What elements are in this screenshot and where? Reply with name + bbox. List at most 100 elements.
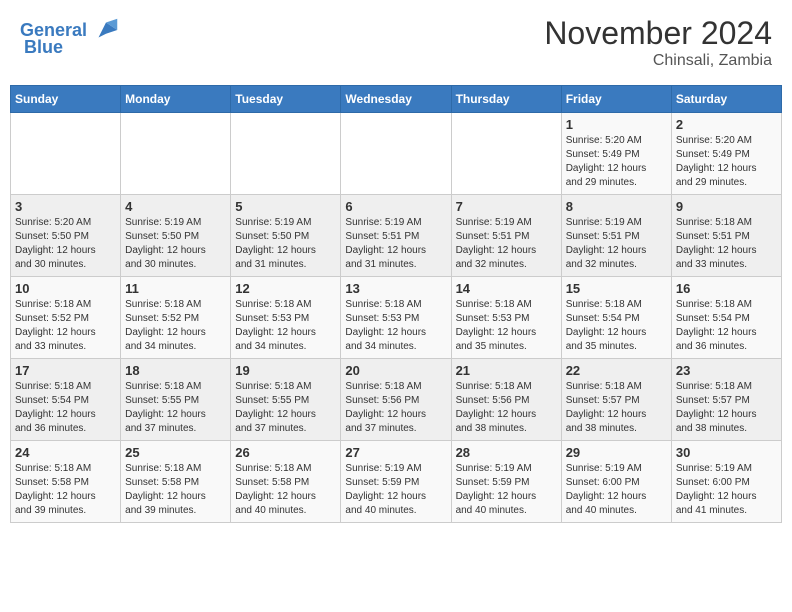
day-number: 6 xyxy=(345,199,446,214)
calendar-cell: 24Sunrise: 5:18 AM Sunset: 5:58 PM Dayli… xyxy=(11,441,121,523)
day-info: Sunrise: 5:18 AM Sunset: 5:54 PM Dayligh… xyxy=(676,298,777,354)
page-header: General Blue November 2024 Chinsali, Zam… xyxy=(10,10,782,75)
day-number: 20 xyxy=(345,363,446,378)
calendar-cell xyxy=(231,113,341,195)
calendar-cell: 29 Sunrise: 5:19 AM Sunset: 6:00 PM Dayli… xyxy=(561,441,671,523)
day-number: 14 xyxy=(456,281,557,296)
logo: General Blue xyxy=(20,15,121,58)
calendar-cell xyxy=(11,113,121,195)
day-info: Sunrise: 5:18 AM Sunset: 5:57 PM Dayligh… xyxy=(676,380,777,436)
day-number: 30 xyxy=(676,445,777,460)
day-number: 25 xyxy=(125,445,226,460)
calendar-cell: 30 Sunrise: 5:19 AM Sunset: 6:00 PM Dayli… xyxy=(671,441,781,523)
calendar-cell: 10 Sunrise: 5:18 AM Sunset: 5:52 PM Dayli… xyxy=(11,277,121,359)
calendar-week-row: 17 Sunrise: 5:18 AM Sunset: 5:54 PM Dayli… xyxy=(11,359,782,441)
day-number: 9 xyxy=(676,199,777,214)
day-info: Sunrise: 5:18 AM Sunset: 5:55 PM Dayligh… xyxy=(235,380,336,436)
calendar-cell: 13 Sunrise: 5:18 AM Sunset: 5:53 PM Dayli… xyxy=(341,277,451,359)
calendar-week-row: 10 Sunrise: 5:18 AM Sunset: 5:52 PM Dayli… xyxy=(11,277,782,359)
day-number: 8 xyxy=(566,199,667,214)
day-number: 12 xyxy=(235,281,336,296)
day-info: Sunrise: 5:19 AM Sunset: 5:50 PM Dayligh… xyxy=(125,216,226,272)
calendar-cell: 8 Sunrise: 5:19 AM Sunset: 5:51 PM Daylig… xyxy=(561,195,671,277)
calendar-table: SundayMondayTuesdayWednesdayThursdayFrid… xyxy=(10,85,782,523)
day-info: Sunrise: 5:19 AM Sunset: 5:51 PM Dayligh… xyxy=(566,216,667,272)
day-info: Sunrise: 5:19 AM Sunset: 5:51 PM Dayligh… xyxy=(456,216,557,272)
day-info: Sunrise: 5:18 AM Sunset: 5:53 PM Dayligh… xyxy=(456,298,557,354)
calendar-cell: 11 Sunrise: 5:18 AM Sunset: 5:52 PM Dayli… xyxy=(121,277,231,359)
day-number: 4 xyxy=(125,199,226,214)
day-number: 5 xyxy=(235,199,336,214)
day-number: 13 xyxy=(345,281,446,296)
day-info: Sunrise: 5:20 AM Sunset: 5:49 PM Dayligh… xyxy=(566,134,667,190)
calendar-cell: 22Sunrise: 5:18 AM Sunset: 5:57 PM Dayli… xyxy=(561,359,671,441)
day-info: Sunrise: 5:18 AM Sunset: 5:56 PM Dayligh… xyxy=(456,380,557,436)
day-number: 28 xyxy=(456,445,557,460)
calendar-cell: 5 Sunrise: 5:19 AM Sunset: 5:50 PM Daylig… xyxy=(231,195,341,277)
calendar-cell: 14 Sunrise: 5:18 AM Sunset: 5:53 PM Dayli… xyxy=(451,277,561,359)
day-number: 17 xyxy=(15,363,116,378)
calendar-cell: 23Sunrise: 5:18 AM Sunset: 5:57 PM Dayli… xyxy=(671,359,781,441)
calendar-cell: 2 Sunrise: 5:20 AM Sunset: 5:49 PM Daylig… xyxy=(671,113,781,195)
calendar-cell: 27Sunrise: 5:19 AM Sunset: 5:59 PM Dayli… xyxy=(341,441,451,523)
calendar-cell: 20 Sunrise: 5:18 AM Sunset: 5:56 PM Dayli… xyxy=(341,359,451,441)
calendar-cell: 9 Sunrise: 5:18 AM Sunset: 5:51 PM Daylig… xyxy=(671,195,781,277)
day-info: Sunrise: 5:19 AM Sunset: 6:00 PM Dayligh… xyxy=(676,462,777,518)
calendar-week-row: 3 Sunrise: 5:20 AM Sunset: 5:50 PM Daylig… xyxy=(11,195,782,277)
day-info: Sunrise: 5:18 AM Sunset: 5:58 PM Dayligh… xyxy=(235,462,336,518)
day-info: Sunrise: 5:18 AM Sunset: 5:54 PM Dayligh… xyxy=(566,298,667,354)
calendar-cell: 15 Sunrise: 5:18 AM Sunset: 5:54 PM Dayli… xyxy=(561,277,671,359)
calendar-cell xyxy=(341,113,451,195)
day-number: 16 xyxy=(676,281,777,296)
weekday-header: Tuesday xyxy=(231,86,341,113)
calendar-cell: 28 Sunrise: 5:19 AM Sunset: 5:59 PM Dayli… xyxy=(451,441,561,523)
day-info: Sunrise: 5:18 AM Sunset: 5:58 PM Dayligh… xyxy=(15,462,116,518)
calendar-cell: 17 Sunrise: 5:18 AM Sunset: 5:54 PM Dayli… xyxy=(11,359,121,441)
calendar-cell: 1Sunrise: 5:20 AM Sunset: 5:49 PM Daylig… xyxy=(561,113,671,195)
day-info: Sunrise: 5:18 AM Sunset: 5:53 PM Dayligh… xyxy=(345,298,446,354)
weekday-header: Monday xyxy=(121,86,231,113)
day-info: Sunrise: 5:18 AM Sunset: 5:56 PM Dayligh… xyxy=(345,380,446,436)
day-info: Sunrise: 5:18 AM Sunset: 5:53 PM Dayligh… xyxy=(235,298,336,354)
logo-bird-icon xyxy=(91,15,121,45)
day-info: Sunrise: 5:19 AM Sunset: 5:59 PM Dayligh… xyxy=(456,462,557,518)
day-number: 10 xyxy=(15,281,116,296)
day-info: Sunrise: 5:19 AM Sunset: 6:00 PM Dayligh… xyxy=(566,462,667,518)
day-number: 15 xyxy=(566,281,667,296)
day-number: 22 xyxy=(566,363,667,378)
calendar-week-row: 1Sunrise: 5:20 AM Sunset: 5:49 PM Daylig… xyxy=(11,113,782,195)
day-number: 11 xyxy=(125,281,226,296)
calendar-cell xyxy=(121,113,231,195)
calendar-cell: 19 Sunrise: 5:18 AM Sunset: 5:55 PM Dayli… xyxy=(231,359,341,441)
day-info: Sunrise: 5:18 AM Sunset: 5:58 PM Dayligh… xyxy=(125,462,226,518)
calendar-cell: 16 Sunrise: 5:18 AM Sunset: 5:54 PM Dayli… xyxy=(671,277,781,359)
day-number: 18 xyxy=(125,363,226,378)
day-info: Sunrise: 5:18 AM Sunset: 5:51 PM Dayligh… xyxy=(676,216,777,272)
calendar-cell: 25 Sunrise: 5:18 AM Sunset: 5:58 PM Dayli… xyxy=(121,441,231,523)
day-info: Sunrise: 5:19 AM Sunset: 5:51 PM Dayligh… xyxy=(345,216,446,272)
calendar-cell: 6 Sunrise: 5:19 AM Sunset: 5:51 PM Daylig… xyxy=(341,195,451,277)
calendar-week-row: 24Sunrise: 5:18 AM Sunset: 5:58 PM Dayli… xyxy=(11,441,782,523)
weekday-header: Saturday xyxy=(671,86,781,113)
day-number: 26 xyxy=(235,445,336,460)
day-info: Sunrise: 5:18 AM Sunset: 5:54 PM Dayligh… xyxy=(15,380,116,436)
day-info: Sunrise: 5:19 AM Sunset: 5:50 PM Dayligh… xyxy=(235,216,336,272)
day-info: Sunrise: 5:18 AM Sunset: 5:52 PM Dayligh… xyxy=(15,298,116,354)
weekday-header: Wednesday xyxy=(341,86,451,113)
calendar-cell: 21 Sunrise: 5:18 AM Sunset: 5:56 PM Dayli… xyxy=(451,359,561,441)
calendar-cell: 26 Sunrise: 5:18 AM Sunset: 5:58 PM Dayli… xyxy=(231,441,341,523)
weekday-header: Thursday xyxy=(451,86,561,113)
title-block: November 2024 Chinsali, Zambia xyxy=(544,15,772,70)
day-info: Sunrise: 5:20 AM Sunset: 5:49 PM Dayligh… xyxy=(676,134,777,190)
day-number: 3 xyxy=(15,199,116,214)
calendar-cell: 7Sunrise: 5:19 AM Sunset: 5:51 PM Daylig… xyxy=(451,195,561,277)
day-number: 29 xyxy=(566,445,667,460)
weekday-header: Friday xyxy=(561,86,671,113)
day-info: Sunrise: 5:18 AM Sunset: 5:52 PM Dayligh… xyxy=(125,298,226,354)
calendar-cell: 3 Sunrise: 5:20 AM Sunset: 5:50 PM Daylig… xyxy=(11,195,121,277)
day-number: 2 xyxy=(676,117,777,132)
day-info: Sunrise: 5:20 AM Sunset: 5:50 PM Dayligh… xyxy=(15,216,116,272)
day-number: 19 xyxy=(235,363,336,378)
calendar-cell xyxy=(451,113,561,195)
day-number: 21 xyxy=(456,363,557,378)
